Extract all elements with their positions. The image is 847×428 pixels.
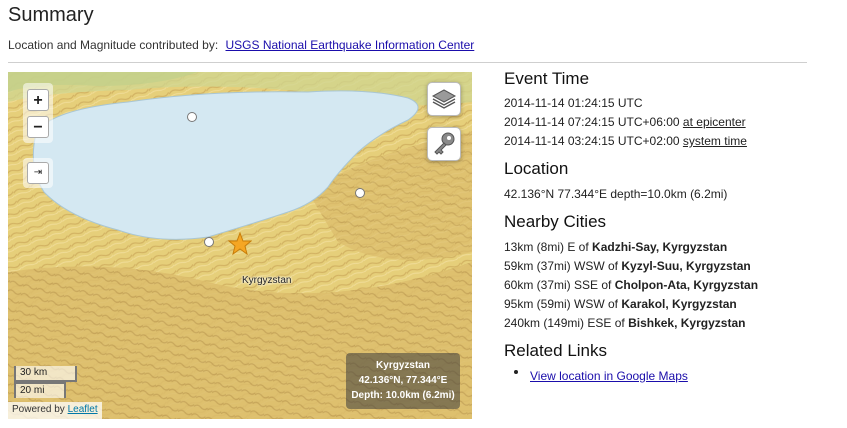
attribution-prefix: Powered by	[12, 404, 65, 415]
location-heading: Location	[504, 159, 569, 178]
city-marker-karakol[interactable]	[355, 188, 365, 198]
key-icon	[434, 132, 455, 155]
system-time-link[interactable]: system time	[683, 134, 747, 148]
legend-key-button[interactable]	[427, 127, 461, 161]
nearby-city-item: 95km (59mi) WSW of Karakol, Kyrgyzstan	[504, 297, 737, 311]
epicenter-time-link[interactable]: at epicenter	[683, 115, 746, 129]
city-name: Kadzhi-Say, Kyrgyzstan	[592, 240, 728, 254]
layers-button[interactable]	[427, 82, 461, 116]
event-time-epicenter: 2014-11-14 07:24:15 UTC+06:00 at epicent…	[504, 115, 746, 129]
google-maps-link[interactable]: View location in Google Maps	[530, 369, 688, 383]
city-name: Bishkek, Kyrgyzstan	[628, 316, 746, 330]
usgs-link[interactable]: USGS National Earthquake Information Cen…	[226, 38, 475, 52]
epicenter-info-box: Kyrgyzstan 42.136°N, 77.344°E Depth: 10.…	[346, 353, 460, 409]
nearby-city-item: 60km (37mi) SSE of Cholpon-Ata, Kyrgyzst…	[504, 278, 758, 292]
page-title: Summary	[8, 4, 94, 26]
city-marker-kadzhi-say[interactable]	[204, 237, 214, 247]
epicenter-star-icon[interactable]	[228, 232, 252, 256]
city-name: Kyzyl-Suu, Kyrgyzstan	[621, 259, 751, 273]
event-time-heading: Event Time	[504, 69, 590, 88]
layers-icon	[431, 89, 457, 109]
map-attribution: Powered by Leaflet	[8, 402, 102, 419]
zoom-in-button[interactable]: +	[27, 89, 49, 111]
contributor-line: Location and Magnitude contributed by: U…	[8, 38, 474, 52]
city-name: Cholpon-Ata, Kyrgyzstan	[614, 278, 759, 292]
leaflet-link[interactable]: Leaflet	[68, 404, 98, 415]
nearby-city-item: 59km (37mi) WSW of Kyzyl-Suu, Kyrgyzstan	[504, 259, 751, 273]
location-text: 42.136°N 77.344°E depth=10.0km (6.2mi)	[504, 187, 728, 201]
map-view[interactable]: Kyrgyzstan + − ⇥ 30 km 20 mi Powered by …	[8, 72, 472, 419]
city-marker-kyzyl-suu[interactable]	[187, 112, 197, 122]
zoom-out-button[interactable]: −	[27, 116, 49, 138]
fullscreen-control: ⇥	[23, 158, 53, 188]
nearby-cities-heading: Nearby Cities	[504, 212, 607, 231]
city-distance: 59km (37mi) WSW of	[504, 259, 619, 273]
divider	[8, 62, 807, 63]
event-time-system: 2014-11-14 03:24:15 UTC+02:00 system tim…	[504, 134, 747, 148]
city-name: Karakol, Kyrgyzstan	[621, 297, 737, 311]
city-distance: 13km (8mi) E of	[504, 240, 589, 254]
scale-km: 30 km	[14, 366, 77, 382]
city-distance: 95km (59mi) WSW of	[504, 297, 619, 311]
epicenter-time-value: 2014-11-14 07:24:15 UTC+06:00	[504, 115, 680, 129]
map-region-label: Kyrgyzstan	[242, 275, 292, 286]
system-time-value: 2014-11-14 03:24:15 UTC+02:00	[504, 134, 680, 148]
related-link-item: View location in Google Maps	[530, 367, 688, 385]
event-time-utc: 2014-11-14 01:24:15 UTC	[504, 96, 643, 110]
nearby-city-item: 13km (8mi) E of Kadzhi-Say, Kyrgyzstan	[504, 240, 727, 254]
zoom-control: + −	[23, 83, 53, 143]
fullscreen-button[interactable]: ⇥	[27, 162, 49, 184]
scale-mi: 20 mi	[14, 382, 66, 398]
info-depth: Depth: 10.0km (6.2mi)	[351, 390, 455, 401]
contributor-prefix: Location and Magnitude contributed by:	[8, 38, 219, 52]
info-region: Kyrgyzstan	[376, 360, 430, 371]
nearby-city-item: 240km (149mi) ESE of Bishkek, Kyrgyzstan	[504, 316, 745, 330]
list-bullet	[514, 370, 518, 374]
info-coords: 42.136°N, 77.344°E	[358, 375, 448, 386]
city-distance: 60km (37mi) SSE of	[504, 278, 612, 292]
related-links-heading: Related Links	[504, 341, 608, 360]
city-distance: 240km (149mi) ESE of	[504, 316, 625, 330]
